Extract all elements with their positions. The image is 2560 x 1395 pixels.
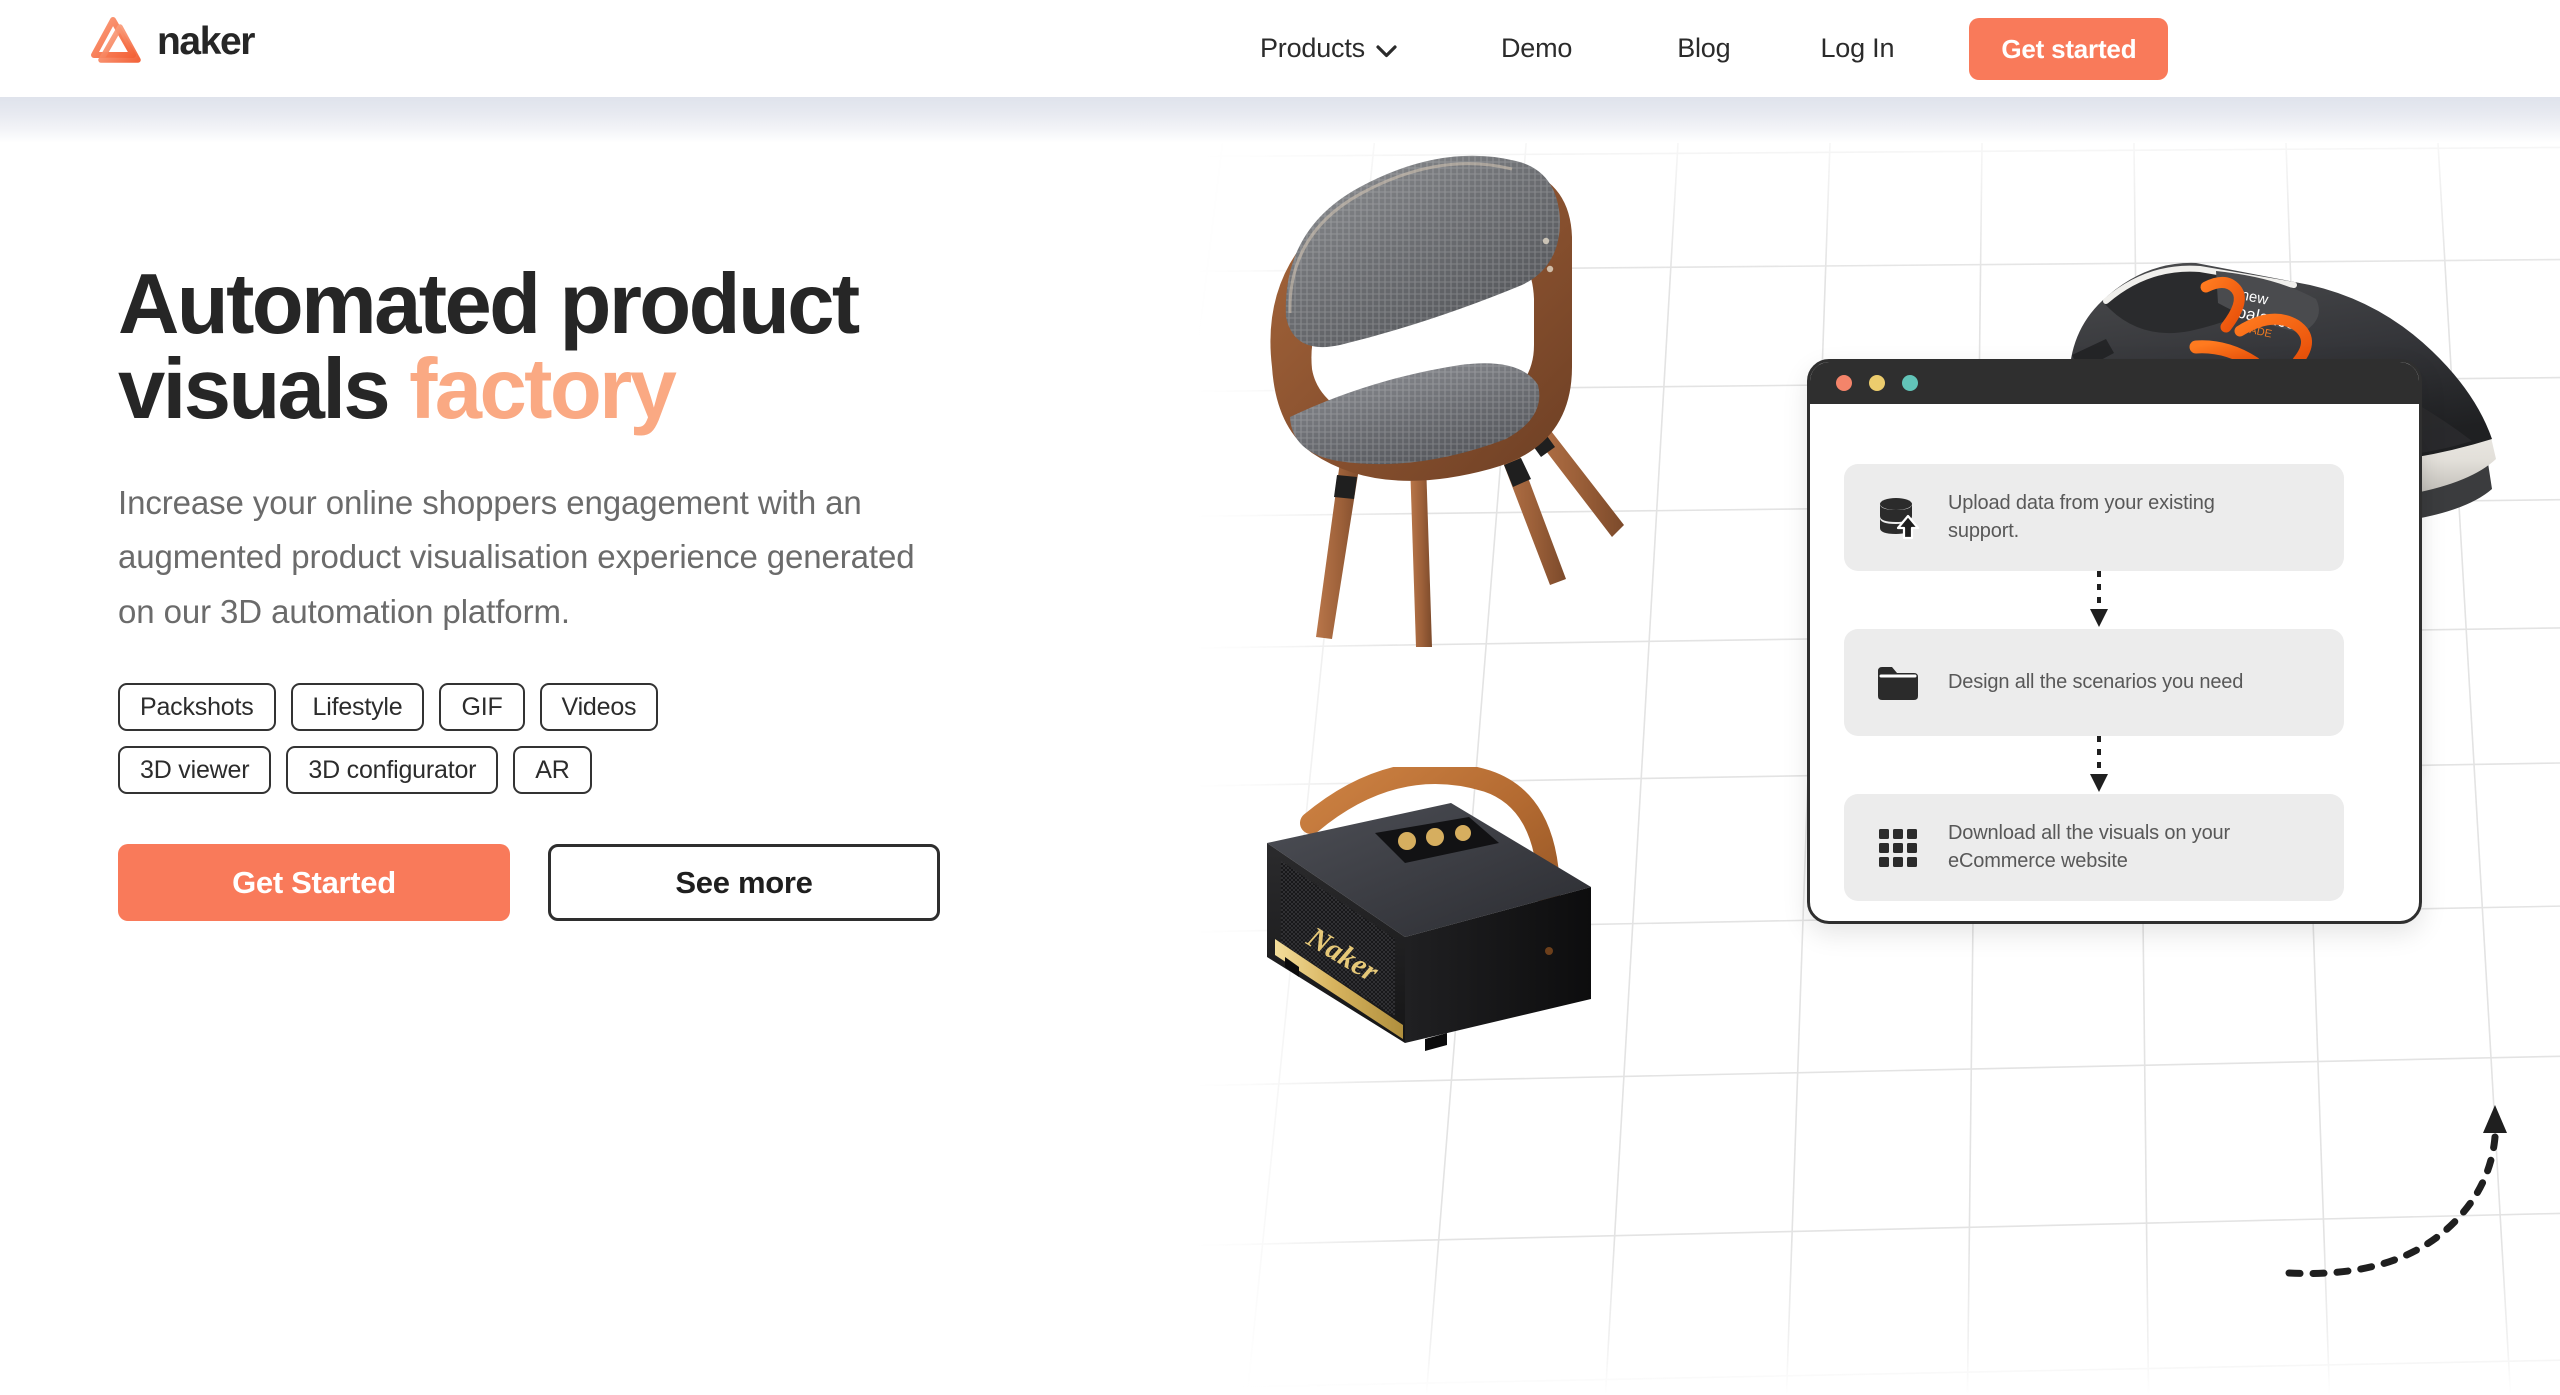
nav-item-demo-label: Demo	[1500, 33, 1573, 63]
window-minimize-dot[interactable]	[1869, 375, 1885, 391]
chip-packshots[interactable]: Packshots	[118, 683, 276, 732]
see-more-button[interactable]: See more	[548, 844, 940, 922]
browser-content: Upload data from your existing support. …	[1810, 404, 2419, 921]
step-card-design: Design all the scenarios you need	[1844, 629, 2344, 736]
folder-icon	[1878, 666, 1918, 700]
window-close-dot[interactable]	[1836, 375, 1852, 391]
page-title: Automated product visuals factory	[118, 262, 1058, 432]
nav-item-demo[interactable]: Demo	[1501, 33, 1572, 64]
arrow-down-dashed-icon-2	[2090, 736, 2108, 792]
chip-lifestyle[interactable]: Lifestyle	[290, 683, 425, 732]
window-maximize-dot[interactable]	[1902, 375, 1918, 391]
chip-3d-viewer[interactable]: 3D viewer	[118, 746, 272, 795]
naker-portable-speaker-image: Naker	[1267, 767, 1591, 1051]
browser-titlebar	[1810, 362, 2419, 404]
nav-item-blog[interactable]: Blog	[1677, 33, 1730, 64]
get-started-nav-button[interactable]: Get started	[1969, 17, 2169, 80]
brand-name: naker	[157, 19, 255, 63]
get-started-button[interactable]: Get Started	[118, 844, 510, 922]
hero-illustration: Naker new balance MADE Upload data from …	[1195, 97, 2560, 1395]
nav-item-login-label: Log In	[1820, 33, 1895, 63]
hero-copy-block: Automated product visuals factory Increas…	[118, 262, 1138, 922]
nav-item-products[interactable]: Products	[1260, 33, 1397, 64]
nav-item-products-label: Products	[1260, 33, 1365, 63]
chip-3d-configurator[interactable]: 3D configurator	[286, 746, 499, 795]
browser-window-mockup: Upload data from your existing support. …	[1807, 359, 2422, 924]
landing-page: naker Products Demo Blog Log In Get star…	[0, 0, 2560, 1395]
grid-apps-icon	[1879, 828, 1917, 867]
step-card-download: Download all the visuals on your eCommer…	[1844, 794, 2344, 901]
headline-line-2-plain: visuals	[118, 342, 410, 437]
main-navigation: Products Demo Blog Log In Get started	[1260, 0, 2169, 97]
chip-gif[interactable]: GIF	[439, 683, 525, 732]
step-card-upload: Upload data from your existing support.	[1844, 464, 2344, 571]
arrow-down-dashed-icon-1	[2090, 571, 2108, 627]
hero-cta-row: Get Started See more	[118, 844, 1138, 922]
naker-triangle-logo-icon	[91, 17, 141, 63]
chip-videos[interactable]: Videos	[539, 683, 659, 732]
curved-dashed-arrow-icon	[2285, 1105, 2507, 1277]
step-label-download: Download all the visuals on your eCommer…	[1948, 821, 2231, 872]
feature-chip-list: Packshots Lifestyle GIF Videos 3D viewer…	[118, 683, 818, 795]
mid-century-wooden-armchair-image	[1270, 155, 1624, 647]
headline-line-2-accent: factory	[409, 342, 677, 437]
hero-subtitle: Increase your online shoppers engagement…	[118, 484, 915, 630]
site-header: naker Products Demo Blog Log In Get star…	[0, 0, 2560, 97]
chevron-down-icon	[1376, 44, 1397, 57]
brand-logo[interactable]: naker	[88, 14, 255, 66]
chip-ar[interactable]: AR	[513, 746, 592, 795]
database-upload-icon	[1880, 497, 1920, 539]
nav-item-login[interactable]: Log In	[1820, 33, 1894, 64]
step-label-design: Design all the scenarios you need	[1948, 670, 2244, 693]
headline-line-1: Automated product	[118, 257, 860, 352]
step-label-upload: Upload data from your existing support.	[1948, 491, 2215, 542]
nav-item-blog-label: Blog	[1677, 33, 1731, 63]
